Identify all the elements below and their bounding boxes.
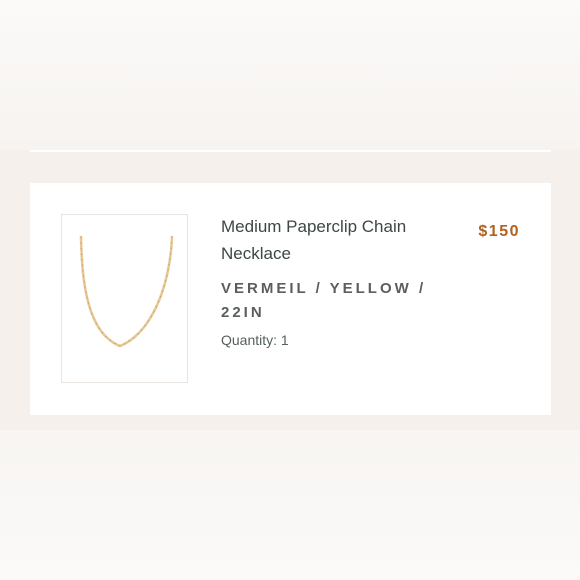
product-name[interactable]: Medium Paperclip Chain Necklace	[221, 213, 451, 267]
product-variant: VERMEIL / YELLOW / 22IN	[221, 280, 427, 321]
product-quantity: Quantity: 1	[221, 332, 289, 348]
necklace-chain-icon	[79, 235, 174, 348]
product-price: $150	[478, 223, 520, 240]
section-divider	[30, 150, 551, 152]
cart-item-card: Medium Paperclip Chain Necklace $150 VER…	[30, 183, 551, 415]
product-thumbnail[interactable]	[61, 214, 188, 383]
